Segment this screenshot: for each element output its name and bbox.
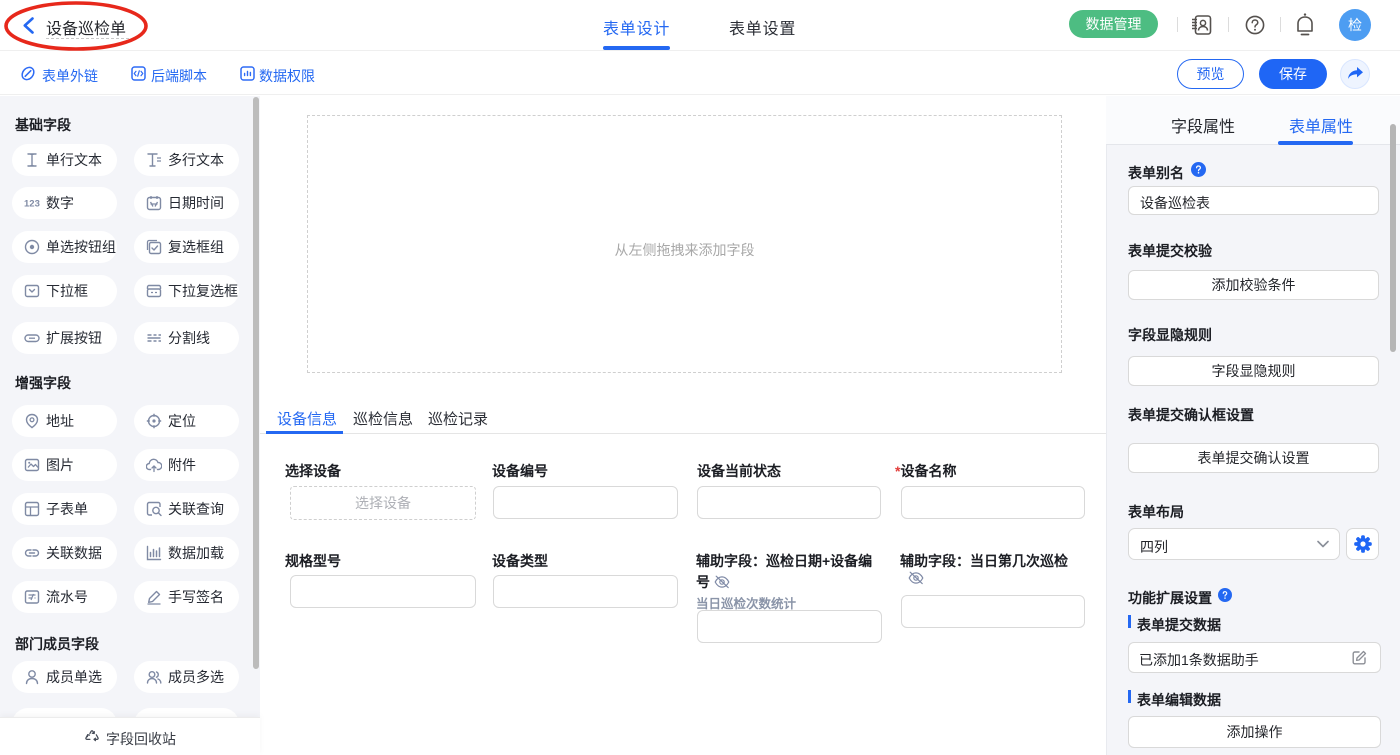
svg-text:123: 123 (24, 199, 40, 210)
